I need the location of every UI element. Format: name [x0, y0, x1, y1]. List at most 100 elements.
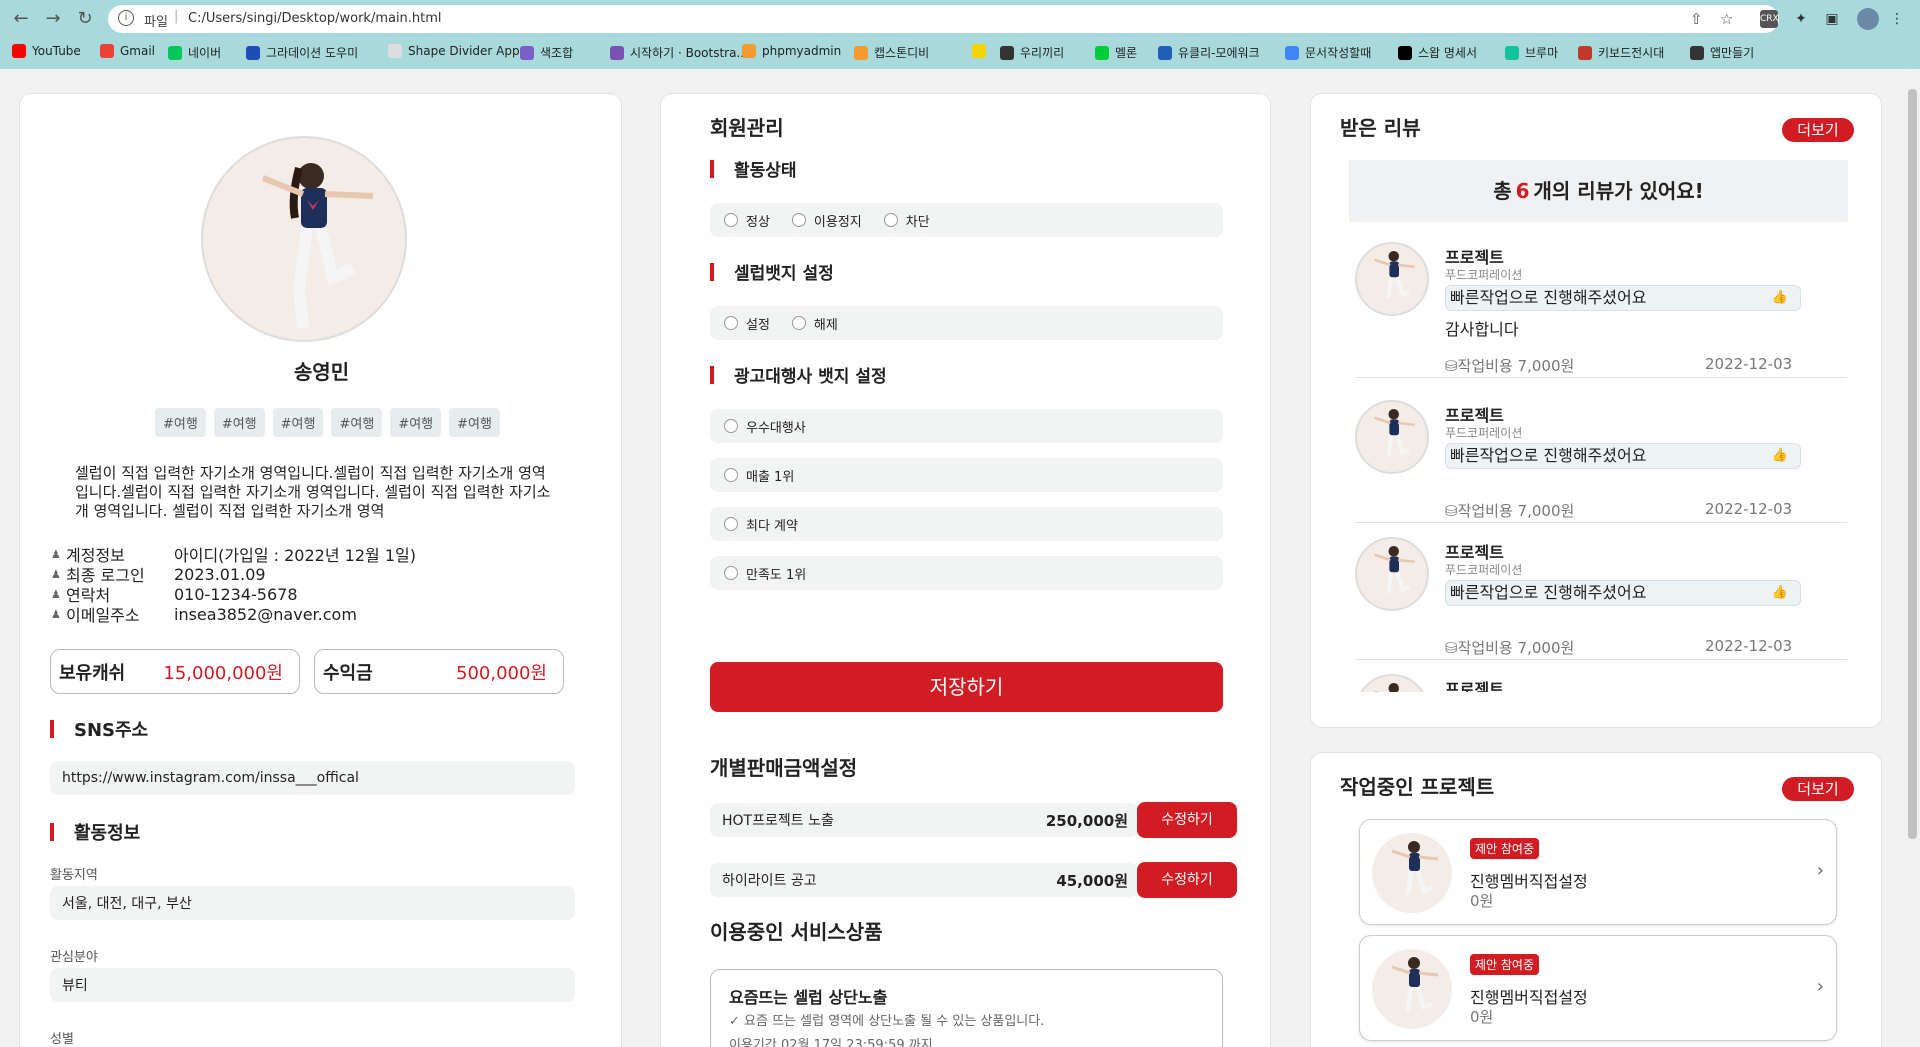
bookmark-item[interactable]: 앱만들기 [1690, 44, 1754, 61]
radio-label[interactable]: 설정 [746, 314, 770, 333]
radio-label[interactable]: 매출 1위 [746, 466, 794, 485]
projects-more-button[interactable]: 더보기 [1782, 777, 1854, 801]
info-row: ♟ 계정정보 아이디(가입일 : 2022년 12월 1일) [51, 544, 416, 565]
accent-bar [50, 823, 54, 841]
project-amount: 0원 [1470, 1008, 1494, 1026]
review-item[interactable]: 프로젝트 푸드코퍼레이션 빠른작업으로 진행해주셨어요 👍 감사합니다 ⛁작업비용 7,0… [1355, 242, 1847, 382]
info-icon[interactable]: i [118, 10, 134, 26]
bookmark-item[interactable]: 유클리-모에워크 [1158, 44, 1260, 61]
radio-button[interactable] [724, 566, 738, 580]
save-button[interactable]: 저장하기 [710, 662, 1223, 712]
radio-button[interactable] [724, 517, 738, 531]
address-bar[interactable]: i 파일 | C:/Users/singi/Desktop/work/main.… [108, 5, 1779, 33]
hashtag-chip[interactable]: #여행 [390, 408, 442, 437]
chevron-right-icon[interactable]: › [1817, 976, 1824, 997]
bookmark-label: Shape Divider App [408, 44, 520, 58]
bookmark-item[interactable]: 시작하기 · Bootstra... [610, 44, 748, 61]
price-row: 하이라이트 공고 45,000원 [710, 863, 1138, 897]
agency-radio-row[interactable]: 만족도 1위 [710, 556, 1223, 590]
bookmark-item[interactable]: Gmail [100, 44, 155, 58]
review-comment: 빠른작업으로 진행해주셨어요 👍 [1445, 580, 1801, 606]
browser-toolbar: ← → ↻ i 파일 | C:/Users/singi/Desktop/work… [0, 0, 1920, 38]
back-icon[interactable]: ← [8, 7, 34, 31]
pma-icon [742, 44, 756, 58]
badge-radio-group: 설정 해제 [710, 306, 1223, 340]
agency-radio-row[interactable]: 매출 1위 [710, 458, 1223, 492]
sns-url-field[interactable]: https://www.instagram.com/inssa___offica… [50, 761, 575, 795]
hashtag-chip[interactable]: #여행 [272, 408, 324, 437]
thumbs-up-icon[interactable]: 👍 [1772, 581, 1788, 605]
interest-field[interactable]: 뷰티 [50, 968, 575, 1002]
edit-price-button[interactable]: 수정하기 [1137, 862, 1237, 898]
puzzle-icon[interactable]: ✦ [1792, 10, 1810, 28]
thumbs-up-icon[interactable]: 👍 [1772, 286, 1788, 310]
radio-button[interactable] [724, 419, 738, 433]
melon-icon [1095, 45, 1109, 60]
crx-extension-icon[interactable]: CRX [1760, 10, 1779, 28]
scrollbar-thumb[interactable] [1908, 89, 1917, 839]
bookmark-label: 멜론 [1115, 46, 1138, 60]
hashtag-chip[interactable]: #여행 [331, 408, 383, 437]
status-badge: 제안 참여중 [1470, 954, 1540, 975]
edit-price-button[interactable]: 수정하기 [1137, 802, 1237, 838]
bookmark-item[interactable]: 그라데이션 도우미 [246, 44, 358, 61]
project-item[interactable]: 제안 참여중 진행멤버직접설정 0원 › [1359, 819, 1837, 925]
dots-icon [1690, 45, 1704, 60]
thumbs-up-icon[interactable]: 👍 [1772, 444, 1788, 468]
radio-label[interactable]: 최다 계약 [746, 515, 798, 534]
info-row: ♟ 이메일주소 insea3852@naver.com [51, 604, 416, 626]
bookmark-item[interactable]: phpmyadmin [742, 44, 841, 58]
agency-radio-row[interactable]: 최다 계약 [710, 507, 1223, 541]
radio-label[interactable]: 해제 [814, 314, 838, 333]
radio-button[interactable] [791, 213, 806, 227]
star-icon[interactable]: ☆ [1720, 10, 1733, 28]
bookmarks-bar: YouTube Gmail 네이버 그라데이션 도우미 Shape Divider Ap… [0, 38, 1920, 69]
review-item[interactable]: 프로젝트 푸드코퍼레이션 빠른작업으로 진행해주셨어요 👍 ⛁작업비용 7,000원 20… [1355, 537, 1847, 677]
share-icon[interactable]: ⇧ [1690, 10, 1703, 28]
browser-profile-avatar[interactable] [1857, 8, 1879, 30]
radio-label[interactable]: 만족도 1위 [746, 564, 806, 583]
review-item[interactable]: 프로젝트 [1355, 674, 1847, 692]
bookmark-item[interactable]: 우리끼리 [1000, 44, 1064, 61]
forward-icon[interactable]: → [40, 7, 66, 31]
bookmark-item[interactable]: 색조합 [520, 44, 573, 61]
menu-icon[interactable]: ⋮ [1888, 10, 1906, 28]
bookmark-item[interactable]: 멜론 [1095, 44, 1137, 61]
hashtag-chip[interactable]: #여행 [213, 408, 265, 437]
chevron-right-icon[interactable]: › [1817, 860, 1824, 881]
reload-icon[interactable]: ↻ [72, 7, 98, 31]
bookmark-item[interactable]: 네이버 [168, 44, 221, 61]
check-circle-icon: ✓ [729, 1014, 745, 1029]
radio-button[interactable] [791, 316, 806, 330]
radio-button[interactable] [724, 316, 738, 330]
bookmark-item[interactable]: YouTube [12, 44, 81, 58]
bookmark-item[interactable]: Shape Divider App [388, 44, 520, 58]
bookmark-item[interactable]: 캡스톤디비 [854, 44, 929, 61]
agency-radio-row[interactable]: 우수대행사 [710, 409, 1223, 443]
hashtag-chip[interactable]: #여행 [155, 408, 206, 437]
sidebar-icon[interactable]: ▣ [1823, 10, 1841, 28]
radio-label[interactable]: 차단 [906, 211, 930, 230]
project-item[interactable]: 제안 참여중 진행멤버직접설정 0원 › [1359, 935, 1837, 1041]
radio-label[interactable]: 정상 [746, 211, 770, 230]
bookmark-item[interactable] [972, 44, 986, 58]
bookmark-item[interactable]: 문서작성할때 [1285, 44, 1371, 61]
radio-button[interactable] [883, 213, 898, 227]
page-scrollbar[interactable] [1905, 69, 1920, 1047]
bookmark-label: 색조합 [540, 46, 574, 60]
bookmark-item[interactable]: 스왑 명세서 [1398, 44, 1477, 61]
review-item[interactable]: 프로젝트 푸드코퍼레이션 빠른작업으로 진행해주셨어요 👍 ⛁작업비용 7,000원 20… [1355, 400, 1847, 540]
service-item[interactable]: 요즘뜨는 셀럽 상단노출 ✓ 요즘 뜨는 셀럽 영역에 상단노출 될 수 있는 … [710, 969, 1223, 1047]
docs-icon [1285, 45, 1299, 60]
region-field[interactable]: 서울, 대전, 대구, 부산 [50, 886, 575, 920]
radio-button[interactable] [724, 213, 738, 227]
review-project-title: 프로젝트 [1445, 543, 1504, 562]
bookmark-item[interactable]: 브루마 [1505, 44, 1558, 61]
hashtag-chip[interactable]: #여행 [449, 408, 500, 437]
url-text[interactable]: C:/Users/singi/Desktop/work/main.html [188, 11, 442, 26]
shape-icon [388, 44, 402, 58]
bookmark-item[interactable]: 키보드전시대 [1578, 44, 1664, 61]
radio-label[interactable]: 이용정지 [814, 211, 862, 230]
radio-button[interactable] [724, 468, 738, 482]
radio-label[interactable]: 우수대행사 [746, 417, 806, 436]
